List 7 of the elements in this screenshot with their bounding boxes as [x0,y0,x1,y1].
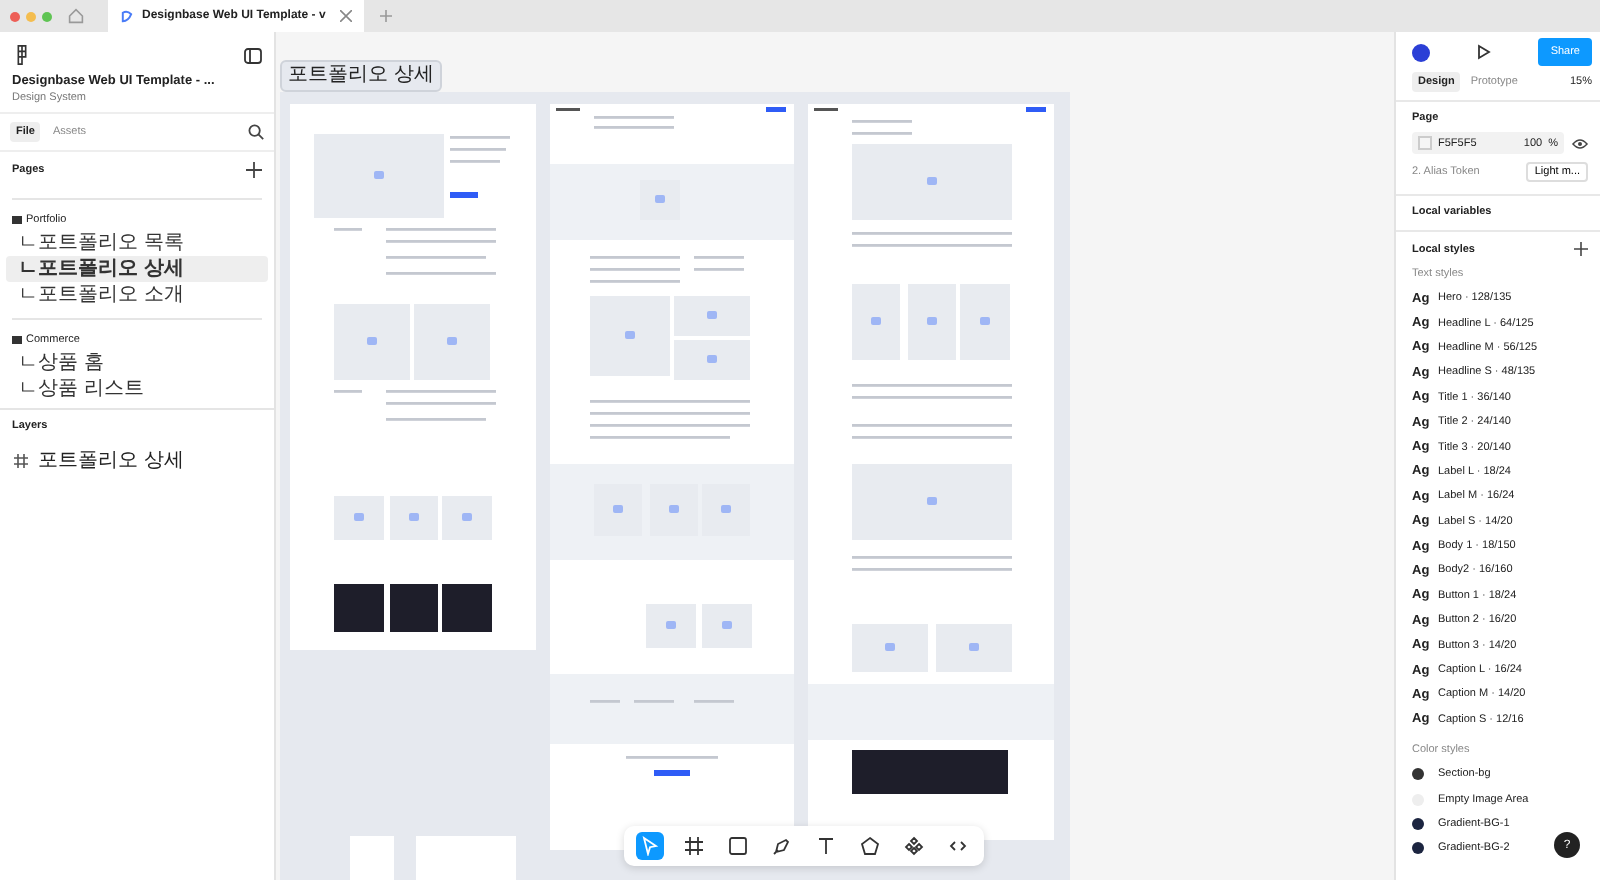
page-item[interactable]: ㄴ상품 리스트 [6,376,268,402]
section-label[interactable]: 포트폴리오 상세 [280,60,442,92]
page-item[interactable]: ㄴ포트폴리오 상세 [6,256,268,282]
layer-item[interactable]: 포트폴리오 상세 [0,442,274,478]
page-item[interactable]: ㄴ상품 홈 [6,350,268,376]
page-item[interactable]: ㄴ포트폴리오 목록 [6,230,268,256]
page-item[interactable]: ㄴ포트폴리오 소개 [6,282,268,308]
